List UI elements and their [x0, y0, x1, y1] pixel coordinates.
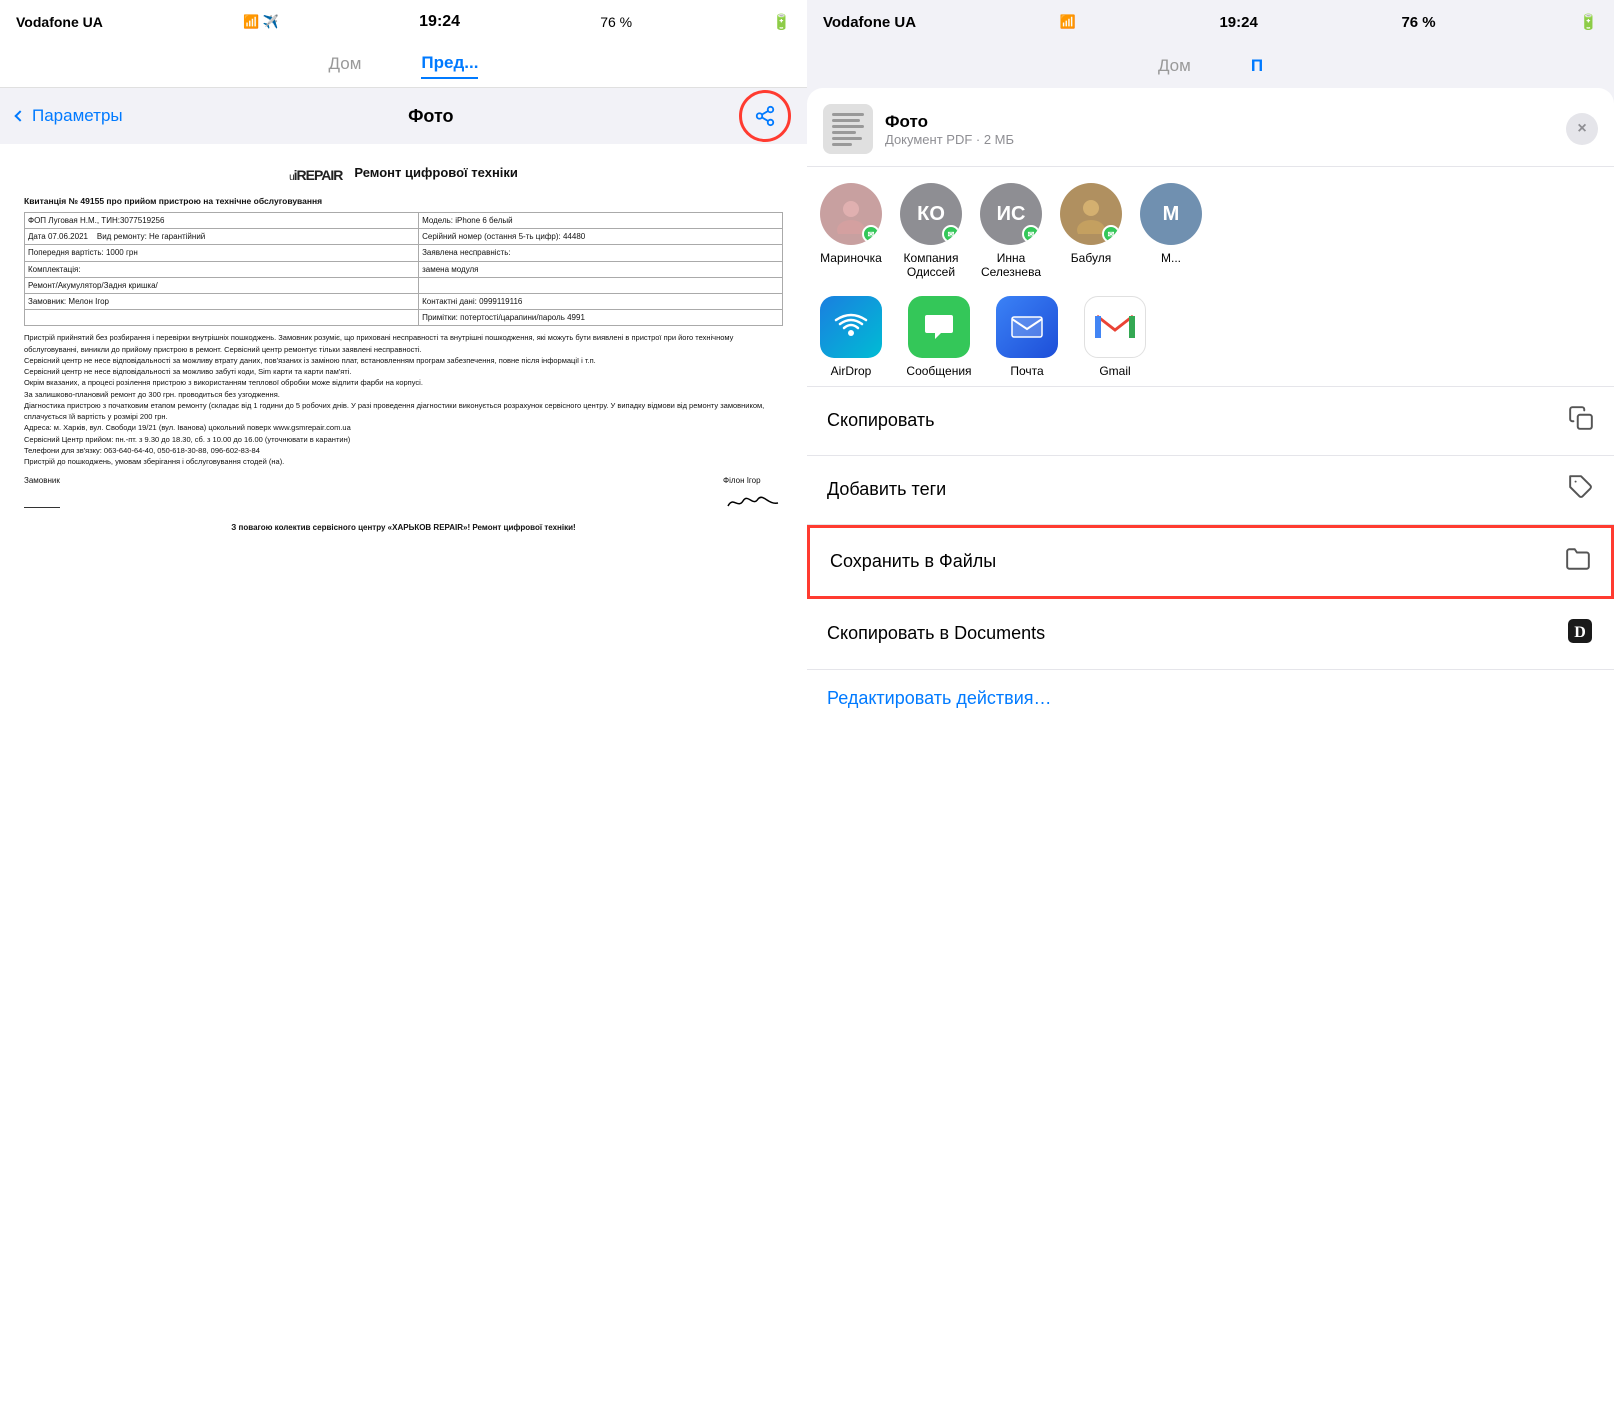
- left-panel: Vodafone UA 📶 ✈️ 19:24 76 % 🔋 Дом Пред..…: [0, 0, 807, 1426]
- share-file-info: Фото Документ PDF · 2 МБ: [885, 112, 1554, 147]
- action-tags[interactable]: Добавить теги: [807, 456, 1614, 525]
- page-title: Фото: [408, 106, 453, 127]
- contact-avatar-babula: ✉: [1060, 183, 1122, 245]
- contact-m[interactable]: М М...: [1135, 183, 1207, 280]
- documents-icon: D: [1566, 617, 1594, 651]
- right-time: 19:24: [1219, 14, 1257, 31]
- right-tab-p[interactable]: П: [1251, 56, 1263, 76]
- contacts-row: ✉ Мариночка КО ✉ КомпанияОдиссей ИС: [807, 167, 1614, 288]
- app-airdrop[interactable]: AirDrop: [815, 296, 887, 378]
- edit-actions-label: Редактировать действия…: [827, 688, 1052, 708]
- tag-icon: [1568, 474, 1594, 506]
- contact-kompania[interactable]: КО ✉ КомпанияОдиссей: [895, 183, 967, 280]
- messages-label: Сообщения: [906, 364, 971, 378]
- right-tab-dom[interactable]: Дом: [1158, 56, 1191, 76]
- tab-pred[interactable]: Пред...: [421, 53, 478, 79]
- message-badge-2: ✉: [942, 225, 960, 243]
- share-thumbnail: [823, 104, 873, 154]
- airdrop-icon: [820, 296, 882, 358]
- left-battery: 76 %: [600, 14, 632, 30]
- doc-header: uiREPAIR Ремонт цифрової техніки: [24, 164, 783, 188]
- share-sheet: Фото Документ PDF · 2 МБ × ✉ М: [807, 88, 1614, 1426]
- right-carrier: Vodafone UA: [823, 14, 916, 31]
- share-header: Фото Документ PDF · 2 МБ ×: [807, 88, 1614, 167]
- tab-dom[interactable]: Дом: [329, 54, 362, 78]
- action-copy-docs[interactable]: Скопировать в Documents D: [807, 599, 1614, 670]
- right-battery: 76 %: [1401, 14, 1435, 31]
- contact-avatar-inna: ИС ✉: [980, 183, 1042, 245]
- left-status-bar: Vodafone UA 📶 ✈️ 19:24 76 % 🔋: [0, 0, 807, 44]
- contact-avatar-marinocka: ✉: [820, 183, 882, 245]
- action-copy[interactable]: Скопировать: [807, 387, 1614, 456]
- message-badge: ✉: [862, 225, 880, 243]
- folder-icon: [1565, 546, 1591, 578]
- left-tab-bar: Дом Пред...: [0, 44, 807, 88]
- share-button[interactable]: [739, 90, 791, 142]
- mail-icon: [996, 296, 1058, 358]
- app-gmail[interactable]: Gmail: [1079, 296, 1151, 378]
- apps-row: AirDrop Сообщения: [807, 288, 1614, 387]
- right-status-bar: Vodafone UA 📶 19:24 76 % 🔋: [807, 0, 1614, 44]
- left-nav-bar: Параметры Фото: [0, 88, 807, 144]
- action-save-files-label: Сохранить в Файлы: [830, 551, 996, 572]
- contact-name-kompania: КомпанияОдиссей: [904, 251, 959, 280]
- contact-avatar-m: М: [1140, 183, 1202, 245]
- gmail-icon: [1084, 296, 1146, 358]
- document-content: uiREPAIR Ремонт цифрової техніки Квитанц…: [8, 152, 799, 546]
- signature-svg: [723, 491, 783, 511]
- contact-avatar-kompania: КО ✉: [900, 183, 962, 245]
- doc-signature: Замовник Філон Ігор: [24, 475, 783, 514]
- action-list: Скопировать Добавить теги: [807, 387, 1614, 1426]
- message-badge-4: ✉: [1102, 225, 1120, 243]
- contact-name-babula: Бабуля: [1071, 251, 1111, 265]
- doc-subtitle: Квитанція № 49155 про прийом пристрою на…: [24, 196, 783, 208]
- close-button[interactable]: ×: [1566, 113, 1598, 145]
- back-button[interactable]: Параметры: [16, 106, 123, 126]
- action-copy-docs-label: Скопировать в Documents: [827, 623, 1045, 644]
- action-tags-label: Добавить теги: [827, 479, 946, 500]
- document-view: uiREPAIR Ремонт цифрової техніки Квитанц…: [0, 144, 807, 1426]
- contact-name-marinocka: Мариночка: [820, 251, 882, 265]
- share-file-desc: Документ PDF · 2 МБ: [885, 132, 1554, 147]
- action-copy-label: Скопировать: [827, 410, 935, 431]
- right-tab-bar: Дом П: [807, 44, 1614, 88]
- share-file-name: Фото: [885, 112, 1554, 132]
- contact-babula[interactable]: ✉ Бабуля: [1055, 183, 1127, 280]
- edit-actions-button[interactable]: Редактировать действия…: [807, 670, 1614, 727]
- doc-footer: З повагою колектив сервісного центру «ХА…: [24, 522, 783, 533]
- right-panel: Vodafone UA 📶 19:24 76 % 🔋 Дом П: [807, 0, 1614, 1426]
- airdrop-label: AirDrop: [831, 364, 872, 378]
- share-icon: [754, 105, 776, 127]
- chevron-left-icon: [14, 110, 25, 121]
- copy-icon: [1568, 405, 1594, 437]
- contact-name-inna: ИннаСелезнева: [981, 251, 1041, 280]
- left-carrier: Vodafone UA: [16, 14, 103, 30]
- svg-text:D: D: [1574, 624, 1586, 641]
- app-messages[interactable]: Сообщения: [903, 296, 975, 378]
- contact-marinocka[interactable]: ✉ Мариночка: [815, 183, 887, 280]
- action-save-files[interactable]: Сохранить в Файлы: [807, 525, 1614, 599]
- doc-body: Пристрій прийнятий без розбирання і пере…: [24, 332, 783, 467]
- contact-inna[interactable]: ИС ✉ ИннаСелезнева: [975, 183, 1047, 280]
- doc-title: Ремонт цифрової техніки: [354, 164, 518, 182]
- message-badge-3: ✉: [1022, 225, 1040, 243]
- left-time: 19:24: [419, 13, 460, 31]
- doc-table: ФОП Луговая Н.М., ТИН:3077519256 Модель:…: [24, 212, 783, 326]
- messages-icon: [908, 296, 970, 358]
- gmail-label: Gmail: [1099, 364, 1130, 378]
- contact-name-m: М...: [1161, 251, 1181, 265]
- doc-logo: uiREPAIR: [289, 166, 342, 186]
- mail-label: Почта: [1010, 364, 1043, 378]
- app-mail[interactable]: Почта: [991, 296, 1063, 378]
